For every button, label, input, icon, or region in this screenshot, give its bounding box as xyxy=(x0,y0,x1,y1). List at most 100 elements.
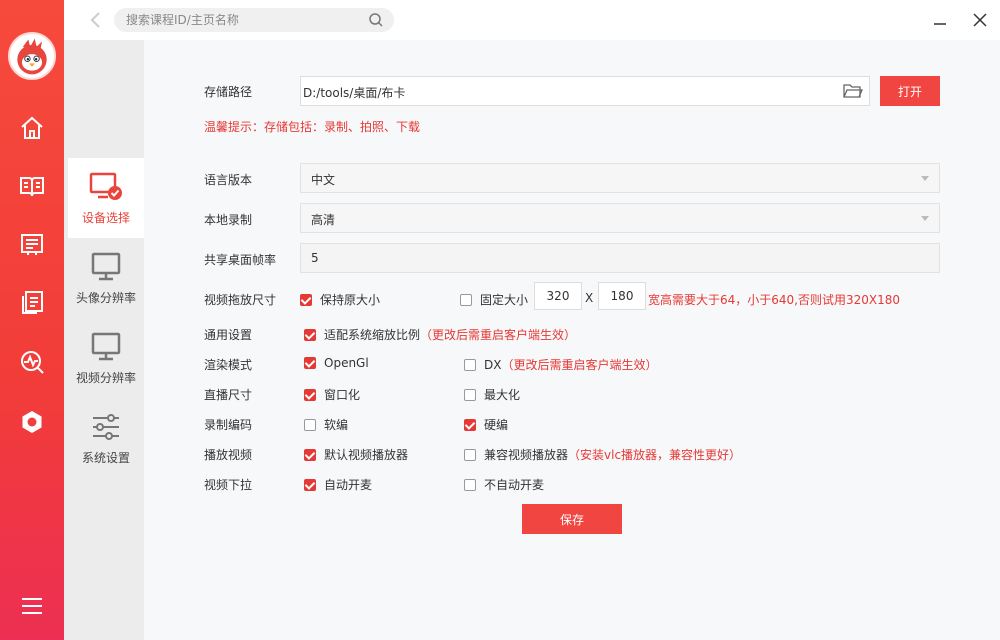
device-settings-panel: 存储路径 D:/tools/桌面/布卡 打开 温馨提示：存储包括：录制、拍照、下… xyxy=(144,40,1000,640)
minimize-icon[interactable] xyxy=(930,10,950,30)
dx-checkbox[interactable]: DX （更改后需重启客户端生效） xyxy=(464,356,657,373)
menu-icon[interactable] xyxy=(16,590,48,622)
general-label: 通用设置 xyxy=(204,328,253,342)
width-input[interactable]: 320 xyxy=(534,282,582,310)
checkbox-unchecked-icon xyxy=(304,418,316,431)
fixed-size-checkbox[interactable]: 固定大小 xyxy=(460,291,528,308)
auto-mic-text: 自动开麦 xyxy=(324,478,373,492)
language-value: 中文 xyxy=(311,173,336,187)
checkbox-checked-icon xyxy=(304,448,316,461)
scale-checkbox[interactable]: 适配系统缩放比例 （更改后需重启客户端生效） xyxy=(304,326,576,343)
checkbox-checked-icon xyxy=(304,478,316,491)
settings-subnav: 设备选择 头像分辨率 视频分辨率 系统设置 xyxy=(64,0,144,640)
open-button[interactable]: 打开 xyxy=(880,76,940,106)
desktop-fps-label: 共享桌面帧率 xyxy=(204,253,277,267)
vlc-note: （安装vlc播放器，兼容性更好） xyxy=(568,448,742,462)
encode-label: 录制编码 xyxy=(204,418,253,432)
avatar[interactable] xyxy=(8,32,56,80)
folder-icon[interactable] xyxy=(843,83,863,99)
local-record-label: 本地录制 xyxy=(204,213,253,227)
search-bar xyxy=(114,8,394,32)
close-icon[interactable] xyxy=(970,10,990,30)
restart-note: （更改后需重启客户端生效） xyxy=(420,328,577,342)
desktop-fps-value: 5 xyxy=(311,251,319,265)
chevron-down-icon xyxy=(921,176,929,181)
dx-text: DX xyxy=(484,357,502,372)
checkbox-checked-icon xyxy=(304,328,316,341)
checkbox-unchecked-icon xyxy=(464,448,476,461)
checkbox-unchecked-icon xyxy=(464,358,476,371)
default-player-text: 默认视频播放器 xyxy=(324,448,409,462)
search-icon[interactable] xyxy=(368,12,384,28)
subnav-label: 头像分辨率 xyxy=(75,290,136,305)
checkbox-unchecked-icon xyxy=(464,478,476,491)
no-auto-mic-checkbox[interactable]: 不自动开麦 xyxy=(464,476,544,493)
maximize-text: 最大化 xyxy=(484,388,521,402)
desktop-fps-input[interactable]: 5 xyxy=(300,243,940,273)
sliders-icon xyxy=(93,413,119,440)
times-separator: X xyxy=(585,291,594,305)
size-hint: 宽高需要大于64，小于640,否则试用320X180 xyxy=(648,293,901,307)
soft-encode-text: 软编 xyxy=(324,418,349,432)
subnav-item-avatar-resolution[interactable]: 头像分辨率 xyxy=(68,238,144,318)
live-size-label: 直播尺寸 xyxy=(204,388,253,402)
checkbox-unchecked-icon xyxy=(460,293,472,306)
hard-encode-text: 硬编 xyxy=(484,418,509,432)
subnav-item-system-settings[interactable]: 系统设置 xyxy=(68,398,144,478)
monitor-check-icon xyxy=(89,172,122,200)
video-pull-label: 视频下拉 xyxy=(204,478,253,492)
keep-size-text: 保持原大小 xyxy=(320,293,381,307)
windowed-checkbox[interactable]: 窗口化 xyxy=(304,386,360,403)
subnav-item-device[interactable]: 设备选择 xyxy=(68,158,144,238)
soft-encode-checkbox[interactable]: 软编 xyxy=(304,416,348,433)
height-input[interactable]: 180 xyxy=(598,282,646,310)
default-player-checkbox[interactable]: 默认视频播放器 xyxy=(304,446,408,463)
subnav-item-video-resolution[interactable]: 视频分辨率 xyxy=(68,318,144,398)
subnav-label: 系统设置 xyxy=(81,450,130,465)
document-icon[interactable] xyxy=(16,286,48,318)
monitor-icon xyxy=(91,252,121,280)
scale-text: 适配系统缩放比例 xyxy=(324,328,421,342)
compat-player-checkbox[interactable]: 兼容视频播放器 （安装vlc播放器，兼容性更好） xyxy=(464,446,741,463)
top-bar xyxy=(64,0,1000,40)
maximize-checkbox[interactable]: 最大化 xyxy=(464,386,520,403)
opengl-checkbox[interactable]: OpenGl xyxy=(304,356,369,370)
language-select[interactable]: 中文 xyxy=(300,163,940,193)
analytics-icon[interactable] xyxy=(16,346,48,378)
mascot-logo xyxy=(17,38,47,75)
keep-size-checkbox[interactable]: 保持原大小 xyxy=(300,291,380,308)
render-label: 渲染模式 xyxy=(204,358,253,372)
checkbox-checked-icon xyxy=(464,418,476,431)
storage-path-field[interactable]: D:/tools/桌面/布卡 xyxy=(300,76,870,106)
auto-mic-checkbox[interactable]: 自动开麦 xyxy=(304,476,372,493)
language-label: 语言版本 xyxy=(204,173,253,187)
no-auto-mic-text: 不自动开麦 xyxy=(484,478,545,492)
video-size-label: 视频拖放尺寸 xyxy=(204,293,277,307)
checkbox-checked-icon xyxy=(300,293,312,306)
book-icon[interactable] xyxy=(16,170,48,202)
home-icon[interactable] xyxy=(16,112,48,144)
monitor-icon xyxy=(91,332,121,360)
back-icon[interactable] xyxy=(88,10,104,30)
storage-path-label: 存储路径 xyxy=(204,85,253,99)
checkbox-checked-icon xyxy=(304,357,316,369)
subnav-label: 设备选择 xyxy=(81,210,130,225)
player-label: 播放视频 xyxy=(204,448,253,462)
chevron-down-icon xyxy=(921,216,929,221)
compat-player-text: 兼容视频播放器 xyxy=(484,448,569,462)
local-record-value: 高清 xyxy=(311,213,336,227)
opengl-text: OpenGl xyxy=(324,356,369,370)
storage-hint: 温馨提示：存储包括：录制、拍照、下载 xyxy=(204,120,421,134)
checkbox-checked-icon xyxy=(304,388,316,401)
checkbox-unchecked-icon xyxy=(464,388,476,401)
settings-icon[interactable] xyxy=(16,406,48,438)
save-button[interactable]: 保存 xyxy=(522,504,622,534)
fixed-size-text: 固定大小 xyxy=(480,293,529,307)
storage-path-value: D:/tools/桌面/布卡 xyxy=(303,86,406,100)
hard-encode-checkbox[interactable]: 硬编 xyxy=(464,416,508,433)
list-icon[interactable] xyxy=(16,228,48,260)
search-input[interactable] xyxy=(126,11,366,29)
restart-note: （更改后需重启客户端生效） xyxy=(501,358,658,372)
local-record-select[interactable]: 高清 xyxy=(300,203,940,233)
windowed-text: 窗口化 xyxy=(324,388,361,402)
